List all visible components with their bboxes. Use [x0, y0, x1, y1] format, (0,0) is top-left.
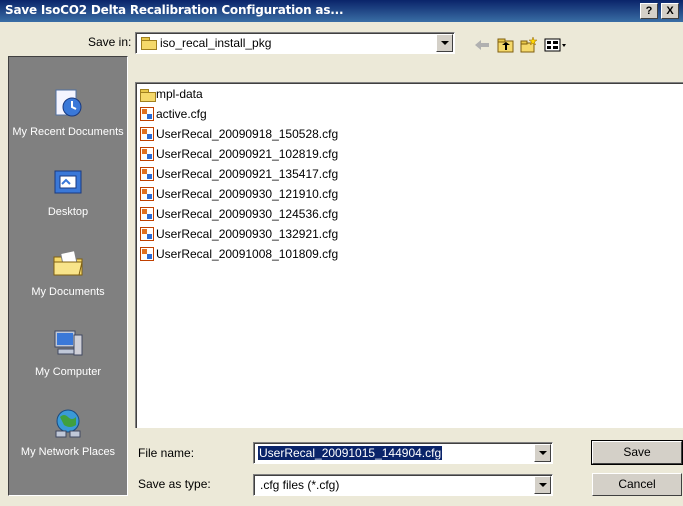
cfg-file-icon [140, 127, 154, 141]
folder-icon [140, 88, 156, 102]
save-in-label: Save in: [88, 35, 132, 49]
file-name-field[interactable]: UserRecal_20091015_144904.cfg [253, 442, 553, 464]
list-item[interactable]: active.cfg [140, 106, 207, 122]
cfg-file-icon [140, 167, 154, 181]
network-places-icon [55, 409, 81, 438]
place-label: My Network Places [20, 446, 116, 458]
save-as-type-label: Save as type: [138, 477, 211, 491]
views-menu-icon[interactable] [544, 37, 568, 53]
file-name-label: File name: [138, 446, 195, 460]
save-as-type-dropdown[interactable]: .cfg files (*.cfg) [253, 474, 553, 496]
list-item[interactable]: UserRecal_20090930_121910.cfg [140, 186, 338, 202]
window-title: Save IsoCO2 Delta Recalibration Configur… [5, 3, 344, 17]
list-item[interactable]: UserRecal_20090921_135417.cfg [140, 166, 338, 182]
chevron-down-icon[interactable] [436, 34, 453, 52]
place-my-recent-documents[interactable]: My Recent Documents [9, 87, 127, 139]
cfg-file-icon [140, 107, 154, 121]
place-label: My Documents [31, 286, 105, 298]
place-my-network-places[interactable]: My Network Places [9, 407, 127, 459]
title-bar: Save IsoCO2 Delta Recalibration Configur… [0, 0, 683, 22]
my-computer-icon [54, 330, 83, 356]
file-list[interactable]: mpl-data active.cfg UserRecal_20090918_1… [135, 82, 683, 428]
close-button[interactable]: X [661, 3, 679, 19]
list-item[interactable]: UserRecal_20090918_150528.cfg [140, 126, 338, 142]
new-folder-icon[interactable] [520, 37, 538, 53]
recent-documents-icon [55, 89, 82, 117]
help-button[interactable]: ? [640, 3, 658, 19]
list-item[interactable]: UserRecal_20091008_101809.cfg [140, 246, 338, 262]
cfg-file-icon [140, 187, 154, 201]
place-desktop[interactable]: Desktop [9, 167, 127, 219]
my-documents-icon [53, 250, 83, 276]
save-button[interactable]: Save [591, 440, 683, 465]
save-in-value: iso_recal_install_pkg [160, 36, 272, 50]
chevron-down-icon[interactable] [534, 444, 551, 462]
list-item[interactable]: UserRecal_20090930_124536.cfg [140, 206, 338, 222]
back-icon[interactable] [473, 37, 491, 53]
cfg-file-icon [140, 247, 154, 261]
list-item[interactable]: UserRecal_20090930_132921.cfg [140, 226, 338, 242]
cfg-file-icon [140, 147, 154, 161]
list-item[interactable]: mpl-data [140, 86, 203, 102]
place-label: My Computer [34, 366, 102, 378]
place-label: Desktop [47, 206, 89, 218]
cfg-file-icon [140, 227, 154, 241]
save-as-type-value: .cfg files (*.cfg) [260, 478, 340, 492]
place-label: My Recent Documents [12, 126, 124, 138]
up-one-level-icon[interactable] [497, 37, 515, 53]
cancel-button[interactable]: Cancel [592, 473, 682, 496]
save-in-dropdown[interactable]: iso_recal_install_pkg [135, 32, 455, 54]
list-item[interactable]: UserRecal_20090921_102819.cfg [140, 146, 338, 162]
place-my-documents[interactable]: My Documents [9, 247, 127, 299]
desktop-icon [54, 170, 82, 194]
chevron-down-icon[interactable] [534, 476, 551, 494]
file-name-value: UserRecal_20091015_144904.cfg [258, 446, 443, 460]
cfg-file-icon [140, 207, 154, 221]
folder-icon [141, 37, 157, 50]
place-my-computer[interactable]: My Computer [9, 327, 127, 379]
places-bar: My Recent Documents Desktop My Documents… [8, 56, 128, 496]
